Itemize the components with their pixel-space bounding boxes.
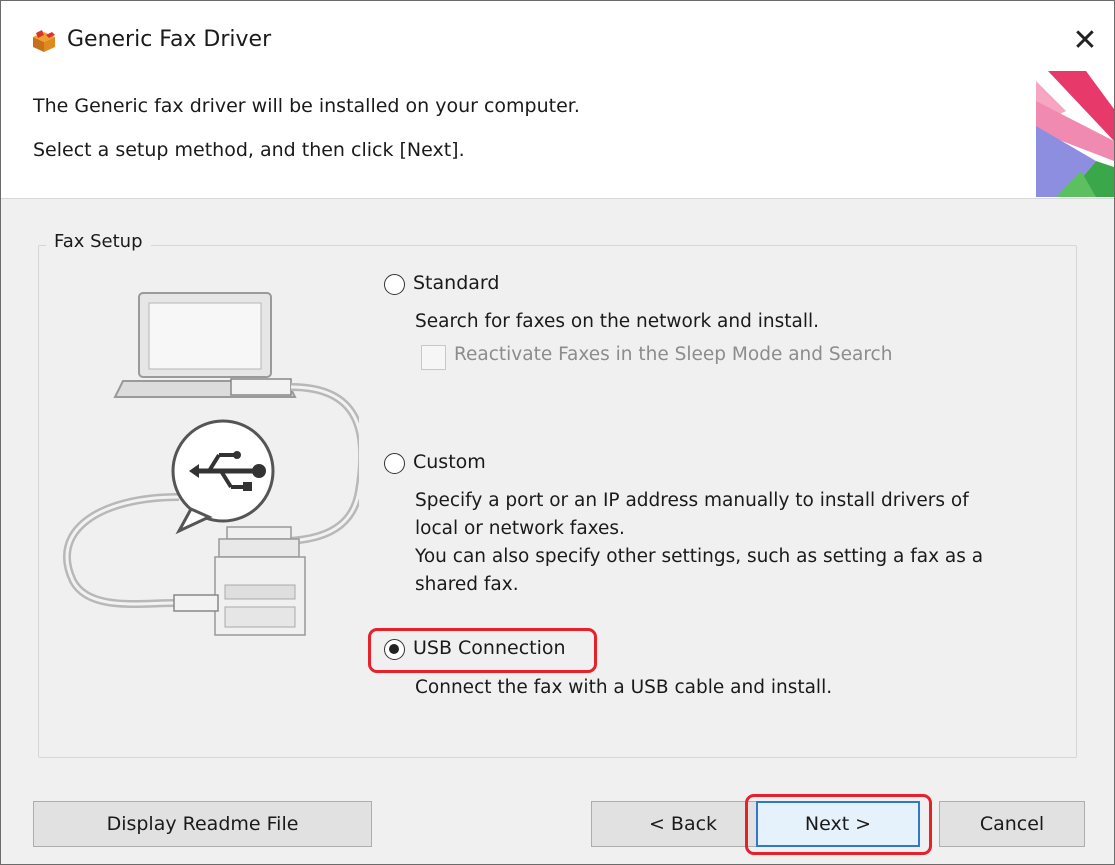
cancel-button[interactable]: Cancel — [939, 801, 1085, 847]
header-panel: The Generic fax driver will be installed… — [1, 71, 1114, 199]
standard-radio[interactable] — [384, 274, 405, 295]
banner-graphic — [1036, 71, 1114, 197]
next-button-highlight — [745, 794, 932, 855]
reactivate-checkbox-label: Reactivate Faxes in the Sleep Mode and S… — [454, 344, 893, 365]
usb-connection-description: Connect the fax with a USB cable and ins… — [415, 677, 833, 698]
close-icon[interactable]: ✕ — [1063, 21, 1107, 61]
usb-connection-illustration — [63, 292, 359, 636]
display-readme-button[interactable]: Display Readme File — [33, 801, 372, 847]
custom-description-line1: Specify a port or an IP address manually… — [415, 490, 969, 511]
custom-description-line4: shared fax. — [415, 574, 519, 595]
usb-connection-highlight — [368, 628, 597, 673]
custom-label[interactable]: Custom — [413, 451, 486, 473]
header-text-line2: Select a setup method, and then click [N… — [33, 139, 465, 161]
installer-window: Generic Fax Driver ✕ The Generic fax dri… — [0, 0, 1115, 865]
installer-box-icon — [33, 30, 55, 52]
custom-description-line3: You can also specify other settings, suc… — [415, 546, 984, 567]
custom-description-line2: local or network faxes. — [415, 518, 625, 539]
header-text-line1: The Generic fax driver will be installed… — [33, 95, 580, 117]
custom-radio[interactable] — [384, 453, 405, 474]
reactivate-checkbox — [421, 345, 446, 370]
window-title: Generic Fax Driver — [67, 27, 272, 52]
title-bar: Generic Fax Driver ✕ — [1, 1, 1114, 71]
fax-setup-label: Fax Setup — [46, 231, 151, 252]
standard-label[interactable]: Standard — [413, 272, 499, 294]
standard-description: Search for faxes on the network and inst… — [415, 311, 820, 332]
